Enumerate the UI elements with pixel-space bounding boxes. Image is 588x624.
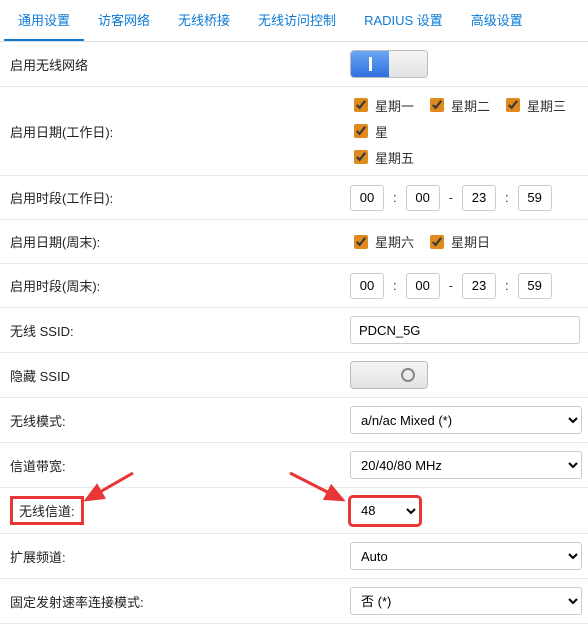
row-ext-channel: 扩展频道: Auto <box>0 534 588 579</box>
row-days-workday: 启用日期(工作日): 星期一 星期二 星期三 星 星期五 <box>0 87 588 176</box>
input-wd-m2[interactable] <box>518 185 552 211</box>
colon: : <box>390 190 400 205</box>
select-mode[interactable]: a/n/ac Mixed (*) <box>350 406 582 434</box>
label-ssid: 无线 SSID: <box>10 321 350 340</box>
chk-wed[interactable]: 星期三 <box>502 95 566 115</box>
chk-label: 星期二 <box>451 96 490 115</box>
checkbox-sat[interactable] <box>354 235 368 249</box>
chk-label: 星期三 <box>527 96 566 115</box>
input-wd-m1[interactable] <box>406 185 440 211</box>
dash: - <box>446 190 456 205</box>
input-we-h2[interactable] <box>462 273 496 299</box>
toggle-hide-ssid[interactable] <box>350 361 428 389</box>
colon: : <box>502 190 512 205</box>
colon: : <box>390 278 400 293</box>
tab-general[interactable]: 通用设置 <box>4 0 84 41</box>
row-ssid: 无线 SSID: <box>0 308 588 353</box>
label-ext-channel: 扩展频道: <box>10 547 350 566</box>
label-hide-ssid: 隐藏 SSID <box>10 366 350 385</box>
highlight-channel-label: 无线信道: <box>10 496 84 525</box>
tab-acl[interactable]: 无线访问控制 <box>244 0 350 41</box>
chk-fri[interactable]: 星期五 <box>350 147 572 167</box>
chk-label: 星 <box>375 122 388 141</box>
label-fixed-rate: 固定发射速率连接模式: <box>10 592 350 611</box>
chk-thu[interactable]: 星 <box>350 121 388 141</box>
row-hide-ssid: 隐藏 SSID <box>0 353 588 398</box>
label-channel: 无线信道: <box>10 496 350 525</box>
tab-radius[interactable]: RADIUS 设置 <box>350 0 457 41</box>
checkbox-sun[interactable] <box>430 235 444 249</box>
row-bandwidth: 信道带宽: 20/40/80 MHz <box>0 443 588 488</box>
chk-label: 星期五 <box>375 148 414 167</box>
colon: : <box>502 278 512 293</box>
chk-sat[interactable]: 星期六 <box>350 232 414 252</box>
row-mode: 无线模式: a/n/ac Mixed (*) <box>0 398 588 443</box>
select-channel[interactable]: 48 <box>350 497 420 525</box>
label-days-workday: 启用日期(工作日): <box>10 122 350 141</box>
input-wd-h2[interactable] <box>462 185 496 211</box>
checkbox-mon[interactable] <box>354 98 368 112</box>
checkbox-fri[interactable] <box>354 150 368 164</box>
chk-mon[interactable]: 星期一 <box>350 95 414 115</box>
label-time-weekend: 启用时段(周末): <box>10 276 350 295</box>
input-we-h1[interactable] <box>350 273 384 299</box>
chk-sun[interactable]: 星期日 <box>426 232 490 252</box>
checkbox-wed[interactable] <box>506 98 520 112</box>
tab-guest[interactable]: 访客网络 <box>84 0 164 41</box>
row-fixed-rate: 固定发射速率连接模式: 否 (*) <box>0 579 588 624</box>
checkbox-thu[interactable] <box>354 124 368 138</box>
chk-label: 星期六 <box>375 232 414 251</box>
label-days-weekend: 启用日期(周末): <box>10 232 350 251</box>
dash: - <box>446 278 456 293</box>
toggle-enable-wireless[interactable] <box>350 50 428 78</box>
select-bandwidth[interactable]: 20/40/80 MHz <box>350 451 582 479</box>
select-fixed-rate[interactable]: 否 (*) <box>350 587 582 615</box>
chk-tue[interactable]: 星期二 <box>426 95 490 115</box>
tab-bar: 通用设置 访客网络 无线桥接 无线访问控制 RADIUS 设置 高级设置 <box>0 0 588 42</box>
chk-label: 星期日 <box>451 232 490 251</box>
input-wd-h1[interactable] <box>350 185 384 211</box>
input-we-m2[interactable] <box>518 273 552 299</box>
input-we-m1[interactable] <box>406 273 440 299</box>
row-days-weekend: 启用日期(周末): 星期六 星期日 <box>0 220 588 264</box>
row-time-weekend: 启用时段(周末): : - : <box>0 264 588 308</box>
row-channel: 无线信道: 48 <box>0 488 588 534</box>
tab-advanced[interactable]: 高级设置 <box>457 0 537 41</box>
chk-label: 星期一 <box>375 96 414 115</box>
tab-bridge[interactable]: 无线桥接 <box>164 0 244 41</box>
input-ssid[interactable] <box>350 316 580 344</box>
row-time-workday: 启用时段(工作日): : - : <box>0 176 588 220</box>
row-enable-wireless: 启用无线网络 <box>0 42 588 87</box>
checkbox-tue[interactable] <box>430 98 444 112</box>
label-enable-wireless: 启用无线网络 <box>10 55 350 74</box>
label-time-workday: 启用时段(工作日): <box>10 188 350 207</box>
label-mode: 无线模式: <box>10 411 350 430</box>
select-ext-channel[interactable]: Auto <box>350 542 582 570</box>
label-bandwidth: 信道带宽: <box>10 456 350 475</box>
